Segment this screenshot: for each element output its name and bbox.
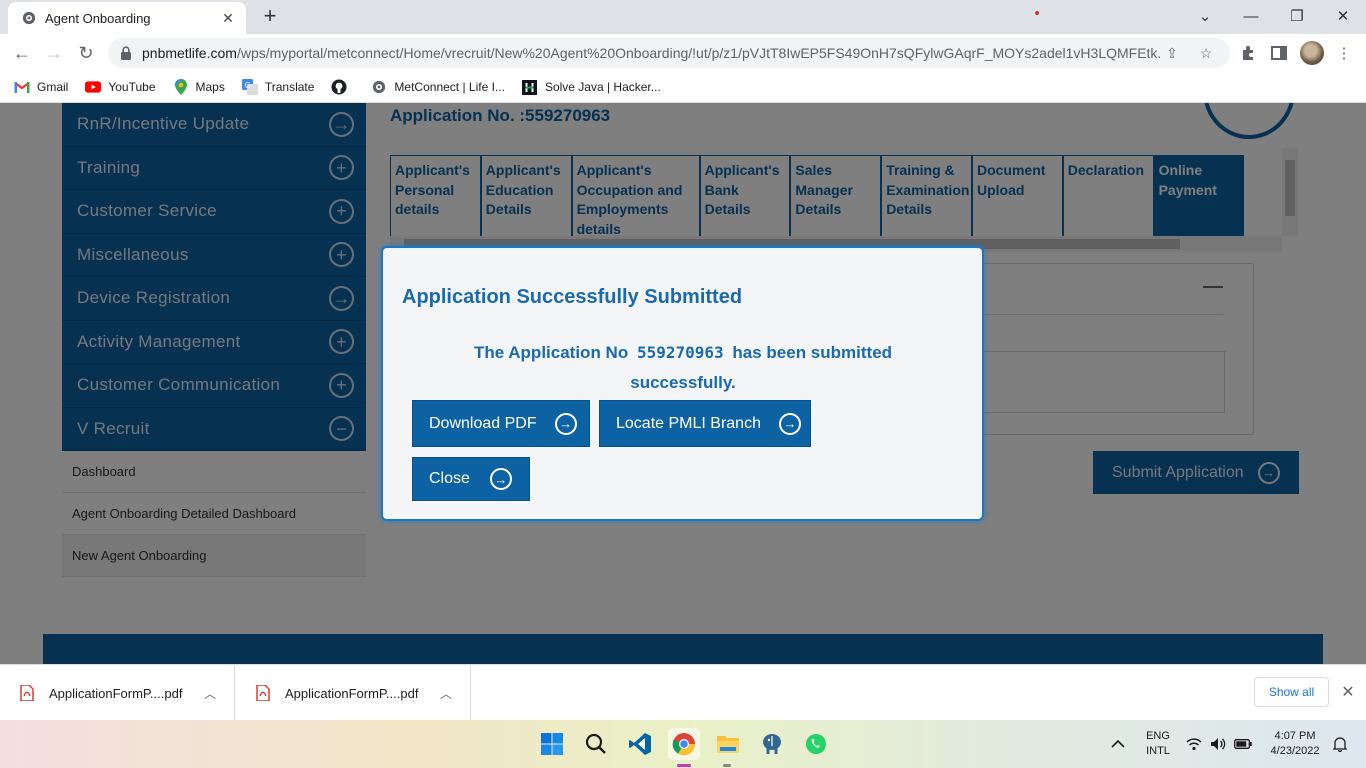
forward-arrow-icon[interactable]: → (42, 41, 66, 65)
bookmark-label: YouTube (108, 80, 156, 94)
tab-strip: Agent Onboarding ✕ + ⌄ — ❐ ✕ (0, 0, 1366, 34)
minimize-button[interactable]: — (1228, 0, 1274, 32)
url-path: /wps/myportal/metconnect/Home/vrecruit/N… (236, 45, 1162, 61)
youtube-icon (85, 79, 102, 95)
download-filename: ApplicationFormP....pdf (49, 685, 183, 701)
more-menu-icon[interactable]: ⋮ (1333, 42, 1355, 64)
maps-icon (173, 79, 189, 95)
bookmark-metconnect[interactable]: MetConnect | Life I... (371, 79, 505, 95)
notification-bell-icon[interactable] (1330, 728, 1350, 760)
browser-tab-agent-onboarding[interactable]: Agent Onboarding ✕ (8, 2, 246, 34)
new-tab-button[interactable]: + (258, 4, 282, 28)
tray-chevron-up-icon[interactable] (1104, 728, 1132, 760)
lock-icon (121, 46, 131, 60)
svg-text:G: G (244, 81, 250, 90)
download-item[interactable]: ApplicationFormP....pdf ︿ (0, 665, 235, 721)
locate-branch-button[interactable]: Locate PMLI Branch → (599, 400, 811, 447)
wifi-icon[interactable] (1184, 728, 1204, 760)
chevron-up-icon[interactable]: ︿ (438, 685, 454, 702)
file-explorer-icon[interactable] (712, 728, 744, 760)
bookmark-youtube[interactable]: YouTube (85, 79, 156, 95)
address-bar[interactable]: pnbmetlife.com/wps/myportal/metconnect/H… (108, 38, 1230, 68)
recording-indicator-icon (1035, 11, 1039, 15)
language-code: ENG (1146, 730, 1170, 742)
url-text: pnbmetlife.com/wps/myportal/metconnect/H… (142, 45, 1162, 61)
success-dialog: Application Successfully Submitted The A… (381, 246, 984, 521)
download-filename: ApplicationFormP....pdf (285, 685, 419, 701)
pdf-file-icon (256, 685, 270, 701)
profile-avatar[interactable] (1300, 41, 1324, 65)
clock-date: 4/23/2022 (1270, 745, 1320, 757)
url-domain: pnbmetlife.com (142, 45, 237, 61)
downloads-bar: ApplicationFormP....pdf ︿ ApplicationFor… (0, 664, 1366, 721)
windows-start-icon[interactable] (536, 728, 568, 760)
gmail-icon (14, 79, 30, 95)
windows-taskbar: ENG INTL 4:07 PM 4/23/2022 (0, 720, 1366, 768)
chevron-up-icon[interactable]: ︿ (202, 685, 218, 702)
clock-time: 4:07 PM (1274, 730, 1316, 742)
bookmark-label: Maps (195, 80, 225, 94)
bookmark-label: MetConnect | Life I... (394, 80, 505, 94)
arrow-right-circle-icon: → (489, 468, 512, 490)
arrow-right-circle-icon: → (554, 412, 577, 435)
bookmark-label: Solve Java | Hacker... (544, 80, 661, 94)
arrow-right-circle-icon: → (778, 412, 801, 435)
bookmark-hackerrank[interactable]: Solve Java | Hacker... (522, 79, 661, 95)
pdf-file-icon (20, 685, 34, 701)
extensions-puzzle-icon[interactable] (1237, 42, 1259, 64)
keyboard-layout: INTL (1146, 745, 1170, 757)
side-panel-icon[interactable] (1268, 42, 1290, 64)
download-pdf-label: Download PDF (429, 414, 537, 432)
reload-icon[interactable]: ↻ (74, 41, 98, 65)
battery-icon[interactable] (1232, 728, 1254, 760)
tab-search-chevron-down-icon[interactable]: ⌄ (1182, 0, 1228, 32)
locate-branch-label: Locate PMLI Branch (616, 414, 761, 432)
bookmark-label: Gmail (37, 80, 69, 94)
hackerrank-icon (522, 79, 538, 95)
download-pdf-button[interactable]: Download PDF → (412, 400, 590, 447)
bookmark-gmail[interactable]: Gmail (14, 79, 68, 95)
share-icon[interactable]: ⇪ (1162, 43, 1182, 63)
bookmark-star-icon[interactable]: ☆ (1196, 43, 1216, 63)
application-number: 559270963 (636, 343, 724, 362)
bookmark-maps[interactable]: Maps (173, 79, 225, 95)
active-app-indicator (677, 764, 691, 767)
close-downloads-icon[interactable]: ✕ (1339, 683, 1357, 701)
vscode-icon[interactable] (624, 728, 656, 760)
dialog-title: Application Successfully Submitted (402, 286, 743, 308)
globe-icon (371, 79, 387, 95)
message-prefix: The Application No (473, 343, 629, 362)
volume-icon[interactable] (1208, 728, 1228, 760)
github-icon (331, 79, 347, 95)
tab-title: Agent Onboarding (45, 10, 151, 26)
chrome-icon[interactable] (668, 728, 700, 760)
running-app-indicator (723, 764, 731, 767)
translate-icon: G (241, 79, 258, 95)
globe-icon (22, 11, 36, 25)
clock[interactable]: 4:07 PM 4/23/2022 (1262, 729, 1328, 759)
show-all-button[interactable]: Show all (1254, 677, 1329, 707)
back-arrow-icon[interactable]: ← (10, 41, 34, 65)
bookmark-github[interactable] (331, 79, 354, 95)
tab-close-icon[interactable]: ✕ (220, 10, 236, 27)
restore-button[interactable]: ❐ (1274, 0, 1320, 32)
language-indicator[interactable]: ENG INTL (1140, 729, 1176, 759)
browser-toolbar: ← → ↻ pnbmetlife.com/wps/myportal/metcon… (0, 34, 1366, 72)
bookmarks-bar: Gmail YouTube Maps G Translate MetConnec… (0, 72, 1366, 103)
download-item[interactable]: ApplicationFormP....pdf ︿ (236, 665, 471, 721)
dialog-message: The Application No 559270963 has been su… (423, 338, 943, 398)
postgresql-elephant-icon[interactable] (756, 728, 788, 760)
search-icon[interactable] (580, 728, 612, 760)
close-label: Close (429, 470, 470, 487)
window-close-button[interactable]: ✕ (1320, 0, 1366, 32)
close-button[interactable]: Close → (412, 457, 530, 501)
bookmark-translate[interactable]: G Translate (241, 79, 315, 95)
bookmark-label: Translate (264, 80, 315, 94)
whatsapp-icon[interactable] (800, 728, 832, 760)
